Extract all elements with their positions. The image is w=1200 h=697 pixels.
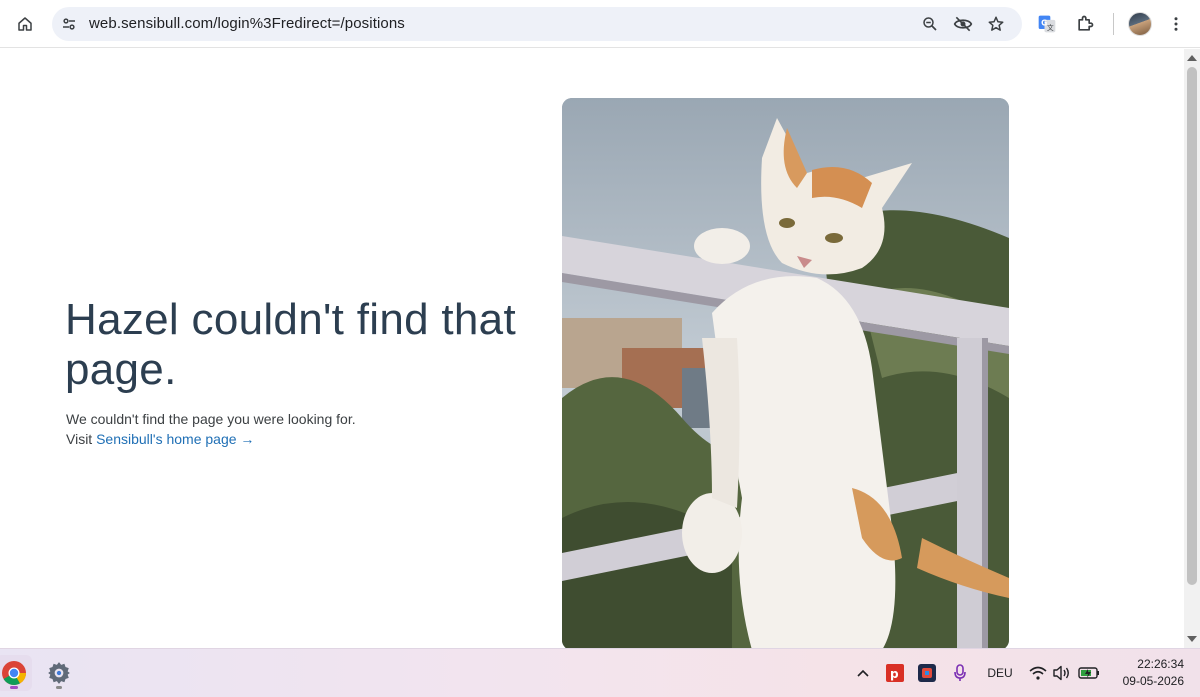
page-title: Hazel couldn't find that page. [65,295,516,394]
address-bar[interactable]: web.sensibull.com/login%3Fredirect=/posi… [52,7,1022,41]
taskbar-settings[interactable] [41,655,77,691]
microphone-icon [954,664,966,681]
error-message: We couldn't find the page you were looki… [66,411,356,427]
home-icon [18,17,32,31]
svg-text:文: 文 [1047,23,1054,32]
url-text[interactable]: web.sensibull.com/login%3Fredirect=/posi… [89,15,405,32]
cat-photo [562,98,1009,648]
eye-off-icon [953,16,973,32]
google-translate-icon: G文 [1038,15,1056,33]
gear-icon [48,662,70,684]
taskbar-clock[interactable]: 22:26:34 09-05-2026 [1112,656,1184,690]
active-app-indicator [10,686,18,689]
extensions-button[interactable] [1071,10,1099,38]
wifi-status[interactable] [1028,663,1048,683]
pdf-app-icon: p [886,664,904,682]
wifi-icon [1029,666,1047,680]
scroll-up-arrow-icon[interactable] [1187,53,1197,61]
keyboard-language[interactable]: DEU [984,663,1016,683]
show-hidden-icons-button[interactable] [853,663,873,683]
more-vert-icon [1174,17,1178,31]
microphone-button[interactable] [950,663,970,683]
home-page-link[interactable]: Sensibull's home page → [96,431,254,447]
chrome-icon [2,661,27,686]
home-button[interactable] [11,10,39,38]
zoom-button[interactable] [919,13,941,35]
running-app-indicator [56,686,62,689]
translate-extension-button[interactable]: G文 [1033,10,1061,38]
menu-button[interactable] [1162,10,1190,38]
battery-charging-icon [1078,667,1099,679]
svg-text:p: p [890,667,899,681]
language-label: DEU [987,666,1013,680]
scrollbar-thumb[interactable] [1187,67,1197,585]
chevron-up-icon [857,669,869,677]
volume-status[interactable] [1052,663,1072,683]
clock-date: 09-05-2026 [1122,674,1184,688]
app-tray-icon [918,664,936,682]
scroll-down-arrow-icon[interactable] [1187,636,1197,644]
cat-photo-illustration [562,98,1009,648]
tracking-protection-button[interactable] [952,13,974,35]
volume-icon [1053,665,1069,681]
site-info-icon[interactable] [60,15,78,33]
browser-toolbar: web.sensibull.com/login%3Fredirect=/posi… [0,0,1200,48]
battery-status[interactable] [1077,663,1101,683]
page-scrollbar[interactable] [1184,49,1200,648]
star-icon [988,16,1004,31]
visit-label: Visit [66,431,93,447]
zoom-out-icon [923,17,937,31]
error-message-block: We couldn't find the page you were looki… [66,409,356,449]
home-page-link-label: Sensibull's home page [96,431,237,447]
home-link-line: Visit Sensibull's home page → [66,429,356,449]
arrow-right-icon: → [240,431,255,447]
toolbar-divider [1113,13,1114,35]
profile-avatar[interactable] [1128,12,1152,36]
tray-app-red[interactable]: p [885,663,905,683]
page-content: Hazel couldn't find that page. We couldn… [0,49,1184,648]
puzzle-icon [1078,15,1094,31]
tray-app-dark[interactable] [917,663,937,683]
clock-time: 22:26:34 [1137,657,1184,671]
taskbar-chrome[interactable] [0,655,32,691]
taskbar: p DEU [0,648,1200,697]
bookmark-button[interactable] [985,13,1007,35]
